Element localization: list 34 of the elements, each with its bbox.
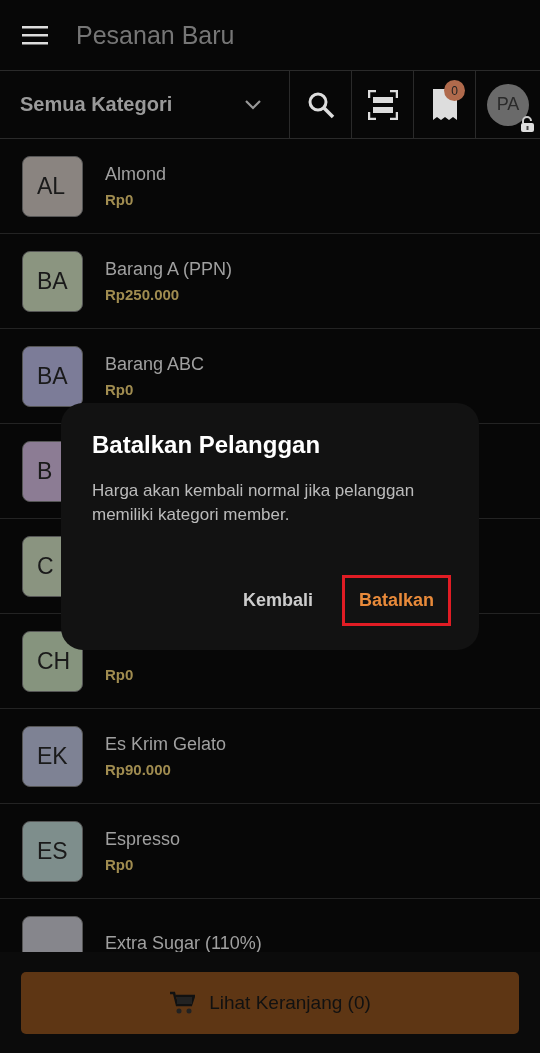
category-dropdown[interactable]: Semua Kategori bbox=[0, 71, 290, 138]
product-price: Rp0 bbox=[105, 381, 135, 398]
lock-icon bbox=[519, 115, 535, 132]
product-initials: BA bbox=[22, 250, 83, 312]
product-name: Extra Sugar (110%) bbox=[105, 932, 262, 952]
screen-title: Pesanan Baru bbox=[76, 20, 235, 50]
dialog-message: Harga akan kembali normal jika pelanggan memiliki kategori member. bbox=[92, 480, 416, 526]
product-name: Barang A (PPN) bbox=[105, 259, 233, 280]
product-row[interactable]: ES Espresso Rp0 bbox=[0, 804, 540, 899]
product-name: Barang ABC bbox=[105, 354, 205, 375]
confirm-button[interactable]: Batalkan bbox=[341, 575, 451, 626]
count-badge: 0 bbox=[444, 80, 465, 101]
product-price: Rp0 bbox=[105, 856, 135, 873]
dialog-title: Batalkan Pelanggan bbox=[92, 431, 322, 459]
product-name: Espresso bbox=[105, 829, 181, 850]
product-row[interactable]: BA Barang A (PPN) Rp250.000 bbox=[0, 234, 540, 329]
product-price: Rp0 bbox=[105, 666, 134, 683]
product-price: Rp0 bbox=[105, 191, 135, 208]
product-initials: EK bbox=[22, 725, 83, 787]
receipt-button[interactable]: 0 bbox=[414, 71, 476, 138]
product-name: Almond bbox=[105, 164, 167, 185]
chevron-down-icon bbox=[245, 99, 261, 110]
product-name: Es Krim Gelato bbox=[105, 734, 227, 755]
product-row[interactable]: AL Almond Rp0 bbox=[0, 139, 540, 234]
scan-icon bbox=[367, 89, 398, 120]
search-icon bbox=[306, 90, 335, 119]
product-price: Rp90.000 bbox=[105, 761, 172, 778]
product-initials: ES bbox=[22, 820, 83, 882]
menu-icon[interactable] bbox=[22, 25, 48, 45]
product-row[interactable]: EK Es Krim Gelato Rp90.000 bbox=[0, 709, 540, 804]
product-price: Rp250.000 bbox=[105, 286, 181, 303]
product-initials: AL bbox=[22, 155, 83, 217]
product-initials: BA bbox=[22, 345, 83, 407]
cart-icon bbox=[169, 990, 196, 1015]
